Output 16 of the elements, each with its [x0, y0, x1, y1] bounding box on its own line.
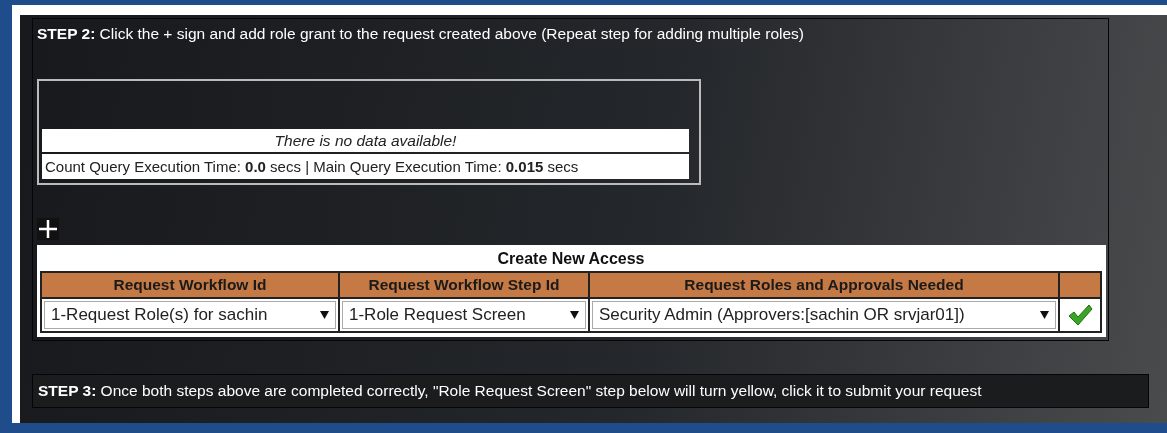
- column-header: Request Roles and Approvals Needed: [589, 272, 1059, 298]
- checkmark-icon[interactable]: [1067, 303, 1093, 327]
- dropdown-select[interactable]: 1-Request Role(s) for sachin: [44, 301, 336, 329]
- panel-title: Create New Access: [496, 249, 646, 269]
- add-icon[interactable]: [37, 218, 59, 240]
- query-timing: Count Query Execution Time: 0.0 secs | Main Query Execution Time: 0.015 secs: [42, 154, 689, 179]
- step-instruction: STEP 2: Click the + sign and add role grant to the request created above (Repeat step for adding multiple roles): [37, 25, 805, 43]
- caret-icon: [570, 311, 579, 319]
- empty-message: There is no data available!: [42, 129, 689, 152]
- dropdown-select[interactable]: Security Admin (Approvers:[sachin OR srvjar01]): [592, 301, 1056, 329]
- caret-icon: [1040, 311, 1049, 319]
- caret-icon: [320, 311, 329, 319]
- column-header: Request Workflow Step Id: [339, 272, 589, 298]
- step-instruction: STEP 3: Once both steps above are completed correctly, "Role Request Screen" step below will turn yellow, click it to submit your request: [38, 382, 982, 400]
- column-header: Request Workflow Id: [41, 272, 339, 298]
- dropdown-select[interactable]: 1-Role Request Screen: [342, 301, 586, 329]
